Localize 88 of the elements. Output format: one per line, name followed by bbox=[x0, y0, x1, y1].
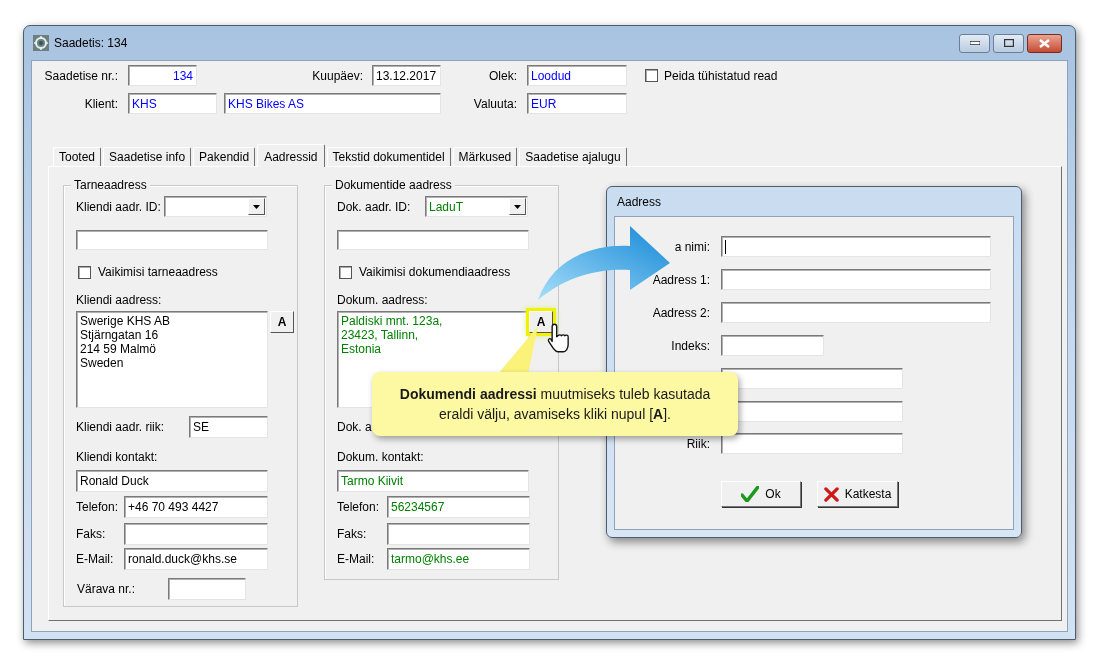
field-label: Faks: bbox=[76, 526, 107, 543]
field-label: Kuupäev: bbox=[311, 67, 363, 85]
text-field[interactable] bbox=[76, 230, 268, 250]
minimize-icon bbox=[969, 41, 980, 45]
dropdown-button[interactable] bbox=[248, 198, 265, 215]
text-field[interactable] bbox=[337, 230, 529, 250]
checkbox-label: Vaikimisi tarneaadress bbox=[98, 264, 218, 281]
dropdown-button[interactable] bbox=[509, 198, 526, 215]
text-field[interactable] bbox=[387, 523, 530, 545]
caret-icon bbox=[514, 204, 521, 209]
field-label: E-Mail: bbox=[337, 551, 376, 568]
checkmark-icon bbox=[741, 486, 760, 502]
tab[interactable]: Pakendid bbox=[193, 147, 256, 166]
field-label: Dokum. aadress: bbox=[337, 292, 428, 307]
checkbox[interactable] bbox=[645, 69, 658, 82]
text-field[interactable]: 56234567 bbox=[387, 496, 530, 518]
field-label: Kliendi aadress: bbox=[76, 292, 162, 307]
tab[interactable]: Saadetise ajalugu bbox=[519, 147, 627, 166]
checkbox-label: Vaikimisi dokumendiaadress bbox=[359, 264, 511, 281]
checkbox[interactable] bbox=[78, 265, 91, 279]
field-label: Faks: bbox=[337, 526, 368, 543]
text-field[interactable]: tarmo@khs.ee bbox=[387, 548, 530, 570]
text-field[interactable]: 134 bbox=[128, 65, 197, 86]
field-label: Kliendi aadr. ID: bbox=[76, 198, 162, 216]
field-label: Klient: bbox=[83, 95, 118, 113]
text-field[interactable]: +46 70 493 4427 bbox=[124, 496, 268, 518]
field-label: Dokum. kontakt: bbox=[337, 449, 424, 464]
minimize-button[interactable] bbox=[959, 33, 990, 53]
field-label: E-Mail: bbox=[76, 551, 115, 568]
text-field[interactable] bbox=[721, 433, 903, 454]
ok-button[interactable]: Ok bbox=[721, 481, 801, 507]
dropdown[interactable]: LaduT bbox=[425, 196, 528, 217]
text-field[interactable]: Tarmo Kiivit bbox=[337, 470, 529, 492]
text-field[interactable]: Loodud bbox=[527, 65, 627, 86]
field-label: Olek: bbox=[488, 67, 517, 85]
text-field[interactable] bbox=[124, 523, 268, 545]
edit-address-button[interactable]: A bbox=[270, 311, 294, 333]
field-label: Kliendi kontakt: bbox=[76, 449, 158, 464]
checkbox[interactable] bbox=[339, 265, 352, 279]
group-title: Tarneaadress bbox=[71, 178, 150, 192]
tab[interactable]: Märkused bbox=[452, 147, 518, 166]
caret-icon bbox=[253, 204, 260, 209]
tab[interactable]: Aadressid bbox=[257, 144, 325, 167]
text-field[interactable] bbox=[168, 578, 246, 600]
text-field[interactable]: KHS Bikes AS bbox=[224, 93, 441, 114]
group-title: Dokumentide aadress bbox=[332, 178, 455, 192]
text-field[interactable] bbox=[721, 269, 991, 290]
cross-icon bbox=[823, 486, 839, 502]
field-label: Saadetise nr.: bbox=[43, 67, 118, 85]
text-field[interactable] bbox=[721, 368, 903, 389]
field-label: Värava nr.: bbox=[76, 581, 137, 598]
checkbox-label: Peida tühistatud read bbox=[664, 67, 778, 85]
text-field[interactable]: ronald.duck@khs.se bbox=[124, 548, 268, 570]
field-label: Indeks: bbox=[670, 337, 710, 355]
field-label: Dok. a bbox=[337, 419, 372, 436]
window-title: Saadetis: 134 bbox=[54, 35, 128, 52]
maximize-button[interactable] bbox=[993, 33, 1024, 53]
dialog-title: Aadress bbox=[616, 193, 663, 211]
hand-cursor-icon bbox=[547, 322, 571, 354]
text-field[interactable] bbox=[721, 302, 991, 323]
text-field[interactable]: SE bbox=[189, 416, 268, 438]
field-label: Telefon: bbox=[76, 499, 120, 516]
text-field[interactable]: Ronald Duck bbox=[76, 470, 268, 492]
callout-pointer bbox=[498, 326, 538, 374]
text-field[interactable] bbox=[721, 236, 991, 257]
restore-icon bbox=[1003, 39, 1014, 47]
cancel-button[interactable]: Katkesta bbox=[817, 481, 898, 507]
tab[interactable]: Saadetise info bbox=[103, 147, 192, 166]
callout-tooltip: Dokumendi aadressi muutmiseks tuleb kasutada eraldi välju, avamiseks kliki nupul [A]. bbox=[372, 372, 738, 436]
field-label: Riik: bbox=[685, 435, 710, 453]
field-label: Valuuta: bbox=[472, 95, 517, 113]
field-label: Aadress 1: bbox=[651, 271, 710, 289]
dropdown[interactable] bbox=[164, 196, 267, 217]
text-field[interactable] bbox=[721, 335, 824, 356]
field-label: Dok. aadr. ID: bbox=[337, 198, 412, 216]
text-field[interactable]: KHS bbox=[128, 93, 217, 114]
close-icon bbox=[1039, 38, 1050, 48]
text-field[interactable]: 13.12.2017 bbox=[372, 65, 441, 86]
tab[interactable]: Tekstid dokumentidel bbox=[326, 147, 451, 166]
field-label: a nimi: bbox=[673, 238, 710, 256]
field-label: Aadress 2: bbox=[651, 304, 710, 322]
text-field[interactable]: EUR bbox=[527, 93, 627, 114]
text-area[interactable]: Swerige KHS AB Stjärngatan 16 214 59 Malmö Sweden bbox=[76, 311, 268, 408]
field-label: Kliendi aadr. riik: bbox=[76, 419, 166, 436]
close-button[interactable] bbox=[1027, 33, 1062, 53]
field-label: Telefon: bbox=[337, 499, 381, 516]
app-icon bbox=[33, 35, 49, 51]
tab[interactable]: Tooted bbox=[53, 147, 102, 166]
